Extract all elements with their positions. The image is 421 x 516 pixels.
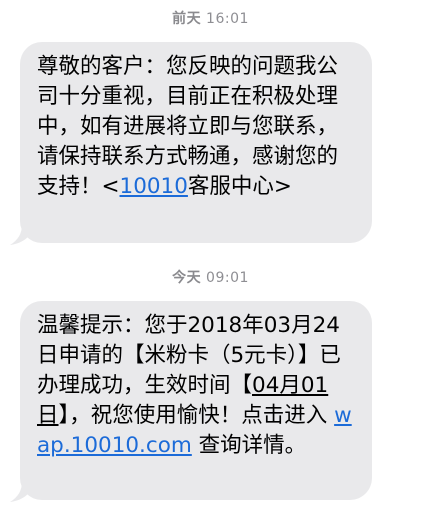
timestamp-day: 今天: [172, 270, 202, 286]
message-bubble-2[interactable]: 温馨提示：您于2018年03月24日申请的【米粉卡（5元卡）】已办理成功，生效时…: [20, 301, 372, 500]
phone-number-link[interactable]: 10010: [120, 174, 188, 199]
message-text: 客服中心>: [187, 174, 292, 199]
timestamp-time: 09:01: [206, 270, 249, 286]
timestamp-time: 16:01: [206, 11, 249, 27]
message-text: 】，祝您使用愉快！点击进入: [58, 403, 335, 428]
message-bubble-1[interactable]: 尊敬的客户：您反映的问题我公司十分重视，目前正在积极处理中，如有进展将立即与您联…: [20, 42, 372, 243]
timestamp-day: 前天: [172, 11, 202, 27]
message-timestamp-2: 今天 09:01: [0, 267, 421, 287]
message-timestamp-1: 前天 16:01: [0, 8, 421, 28]
message-text: 查询详情。: [191, 433, 307, 458]
